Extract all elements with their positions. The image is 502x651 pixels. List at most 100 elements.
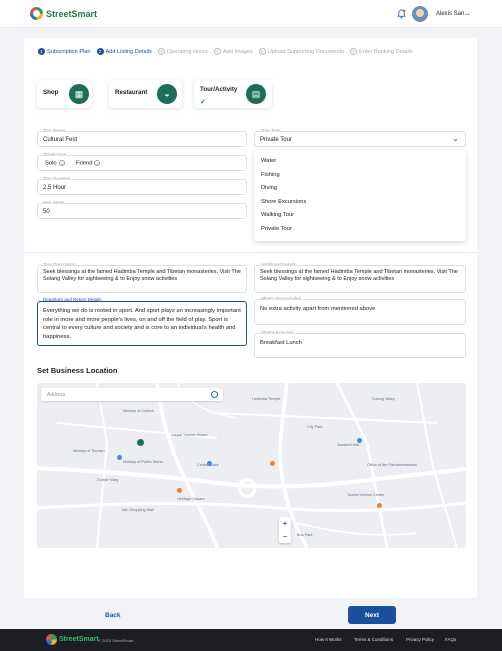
chevron-down-icon[interactable]: ⌄ (452, 134, 459, 143)
max-seats-input[interactable]: 50 (37, 203, 247, 219)
top-header: StreetSmart Alexis San... ⌄ (0, 0, 502, 28)
clipboard-icon: ▤ (246, 84, 266, 104)
tour-duration-input[interactable]: 2.5 Hour (37, 179, 247, 195)
step-number: 1 (38, 48, 45, 55)
included-textarea[interactable]: Breakfast Lunch (254, 333, 466, 358)
remove-icon[interactable]: × (58, 160, 65, 166)
footer: StreetSmart © 2023 StreetSmart How It Wo… (0, 629, 502, 651)
tour-type-value: Private Tour (260, 137, 292, 143)
avatar[interactable] (412, 6, 428, 22)
footer-link-how-it-works[interactable]: How It Works (315, 637, 342, 642)
chip-label: Solo (45, 160, 57, 167)
dropdown-option[interactable]: Fishing (261, 172, 280, 178)
included-text: Breakfast Lunch (260, 340, 302, 346)
type-card-tour[interactable]: Tour/Activity ✓ ▤ (194, 80, 272, 108)
dropdown-option[interactable]: Water (261, 158, 276, 164)
location-title: Set Business Location (37, 366, 118, 375)
address-search[interactable]: Address (41, 388, 223, 401)
tour-type-select[interactable]: Private Tour ⌄ (254, 131, 466, 147)
map-label: Office of the Parliamentarians (367, 463, 417, 467)
cloche-icon: ◒ (157, 84, 177, 104)
stepper: 1 Subscription Plan 2 Add Listing Detail… (38, 48, 413, 55)
map-label: Durbar Marg (97, 478, 119, 482)
poi-pin-icon (377, 503, 382, 508)
type-card-shop[interactable]: Shop ▦ (37, 80, 92, 108)
remove-icon[interactable]: × (94, 160, 101, 166)
footer-logo[interactable]: StreetSmart (46, 634, 99, 645)
zoom-out-button[interactable]: − (279, 530, 291, 543)
travel-type-input[interactable]: Solo × Friend × (37, 155, 247, 171)
zoom-in-button[interactable]: + (279, 517, 291, 530)
step-label: Upload Supporting Documents (267, 48, 344, 55)
map-label: Bus Park (297, 533, 313, 537)
type-label: Restaurant (115, 89, 148, 96)
step-subscription-plan[interactable]: 1 Subscription Plan (38, 48, 91, 55)
type-label: Shop (43, 89, 59, 96)
footer-link-faqs[interactable]: FAQs (445, 637, 456, 642)
map-label: Ministry of Public Works (123, 460, 164, 464)
bell-icon[interactable] (397, 9, 406, 19)
user-name[interactable]: Alexis San... (436, 11, 469, 17)
dropdown-option[interactable]: Private Tour (261, 226, 292, 232)
type-label: Tour/Activity (200, 86, 238, 93)
footer-link-terms[interactable]: Terms & Conditions (354, 637, 393, 642)
chip-friend[interactable]: Friend × (76, 160, 101, 167)
additional-details-text: Seek blessings at the famed Hadimba Temp… (260, 269, 458, 282)
step-add-images[interactable]: 4 Add Images (213, 48, 253, 55)
poi-pin-icon (207, 461, 212, 466)
checkmark-icon: ✓ (200, 99, 206, 106)
logo-icon (46, 634, 57, 645)
departure-textarea[interactable]: Everything we do is rooted in sport. And… (37, 301, 247, 346)
copyright-text: © 2023 StreetSmart (98, 638, 134, 643)
step-add-listing-details[interactable]: 2 Add Listing Details (96, 48, 152, 55)
map-label: Hadimba Temple (252, 397, 281, 401)
step-label: Subscription Plan (47, 48, 91, 55)
footer-brand: StreetSmart (59, 636, 99, 643)
location-map[interactable]: Address Ministry of Culture Ministry of … (37, 383, 466, 548)
additional-details-textarea[interactable]: Seek blessings at the famed Hadimba Temp… (254, 265, 466, 293)
location-pin-icon[interactable] (137, 439, 144, 446)
dropdown-option[interactable]: Shore Excursions (261, 199, 306, 205)
chip-solo[interactable]: Solo × (45, 160, 65, 167)
step-number: 2 (96, 48, 104, 55)
map-label: Solang Valley (372, 397, 395, 401)
back-button[interactable]: Back (105, 612, 121, 619)
map-label: Ministry of Culture (123, 409, 154, 413)
tour-name-input[interactable]: Cultural Fest (37, 131, 247, 147)
max-seats-value: 50 (43, 209, 50, 215)
chevron-down-icon[interactable]: ⌄ (466, 10, 471, 17)
footer-link-privacy[interactable]: Privacy Policy (406, 637, 434, 642)
tour-description-textarea[interactable]: Seek blessings at the famed Hadimba Temp… (37, 265, 247, 293)
brand-logo[interactable]: StreetSmart (30, 7, 97, 20)
dropdown-option[interactable]: Walking Tour (261, 212, 294, 218)
shop-icon: ▦ (69, 84, 89, 104)
tour-type-dropdown: Water Fishing Diving Shore Excursions Wa… (254, 150, 466, 241)
zoom-control: + − (279, 517, 291, 543)
step-number: 6 (349, 48, 357, 55)
step-label: Operating Hours (166, 48, 208, 55)
poi-pin-icon (357, 438, 362, 443)
map-label: Yatri Shopping Mall (121, 508, 154, 512)
not-included-textarea[interactable]: No extra activity apart from mentioned a… (254, 299, 466, 325)
map-label: Tourist Service Center (347, 493, 385, 497)
departure-text: Everything we do is rooted in sport. And… (43, 308, 241, 340)
tour-name-value: Cultural Fest (43, 137, 78, 143)
brand-name: StreetSmart (46, 8, 98, 19)
next-button[interactable]: Next (348, 606, 396, 624)
not-included-text: No extra activity apart from mentioned a… (260, 306, 376, 312)
logo-icon (30, 7, 43, 20)
map-label: Ministry of Tourism (73, 449, 105, 453)
section-divider (24, 252, 477, 253)
step-upload-documents[interactable]: 5 Upload Supporting Documents (258, 48, 344, 55)
poi-pin-icon (117, 455, 122, 460)
step-operating-hours[interactable]: 3 Operating Hours (157, 48, 208, 55)
map-label: Sanskriti Hall (337, 443, 360, 447)
step-banking-details[interactable]: 6 Enter Banking Details (349, 48, 413, 55)
address-placeholder: Address (47, 392, 66, 398)
type-card-restaurant[interactable]: Restaurant ◒ (109, 80, 182, 108)
step-number: 5 (258, 48, 266, 55)
locate-icon[interactable] (211, 391, 218, 398)
dropdown-option[interactable]: Diving (261, 185, 277, 191)
map-label: City Park (307, 425, 323, 429)
map-label: Nepal Tourism Board (172, 433, 208, 437)
